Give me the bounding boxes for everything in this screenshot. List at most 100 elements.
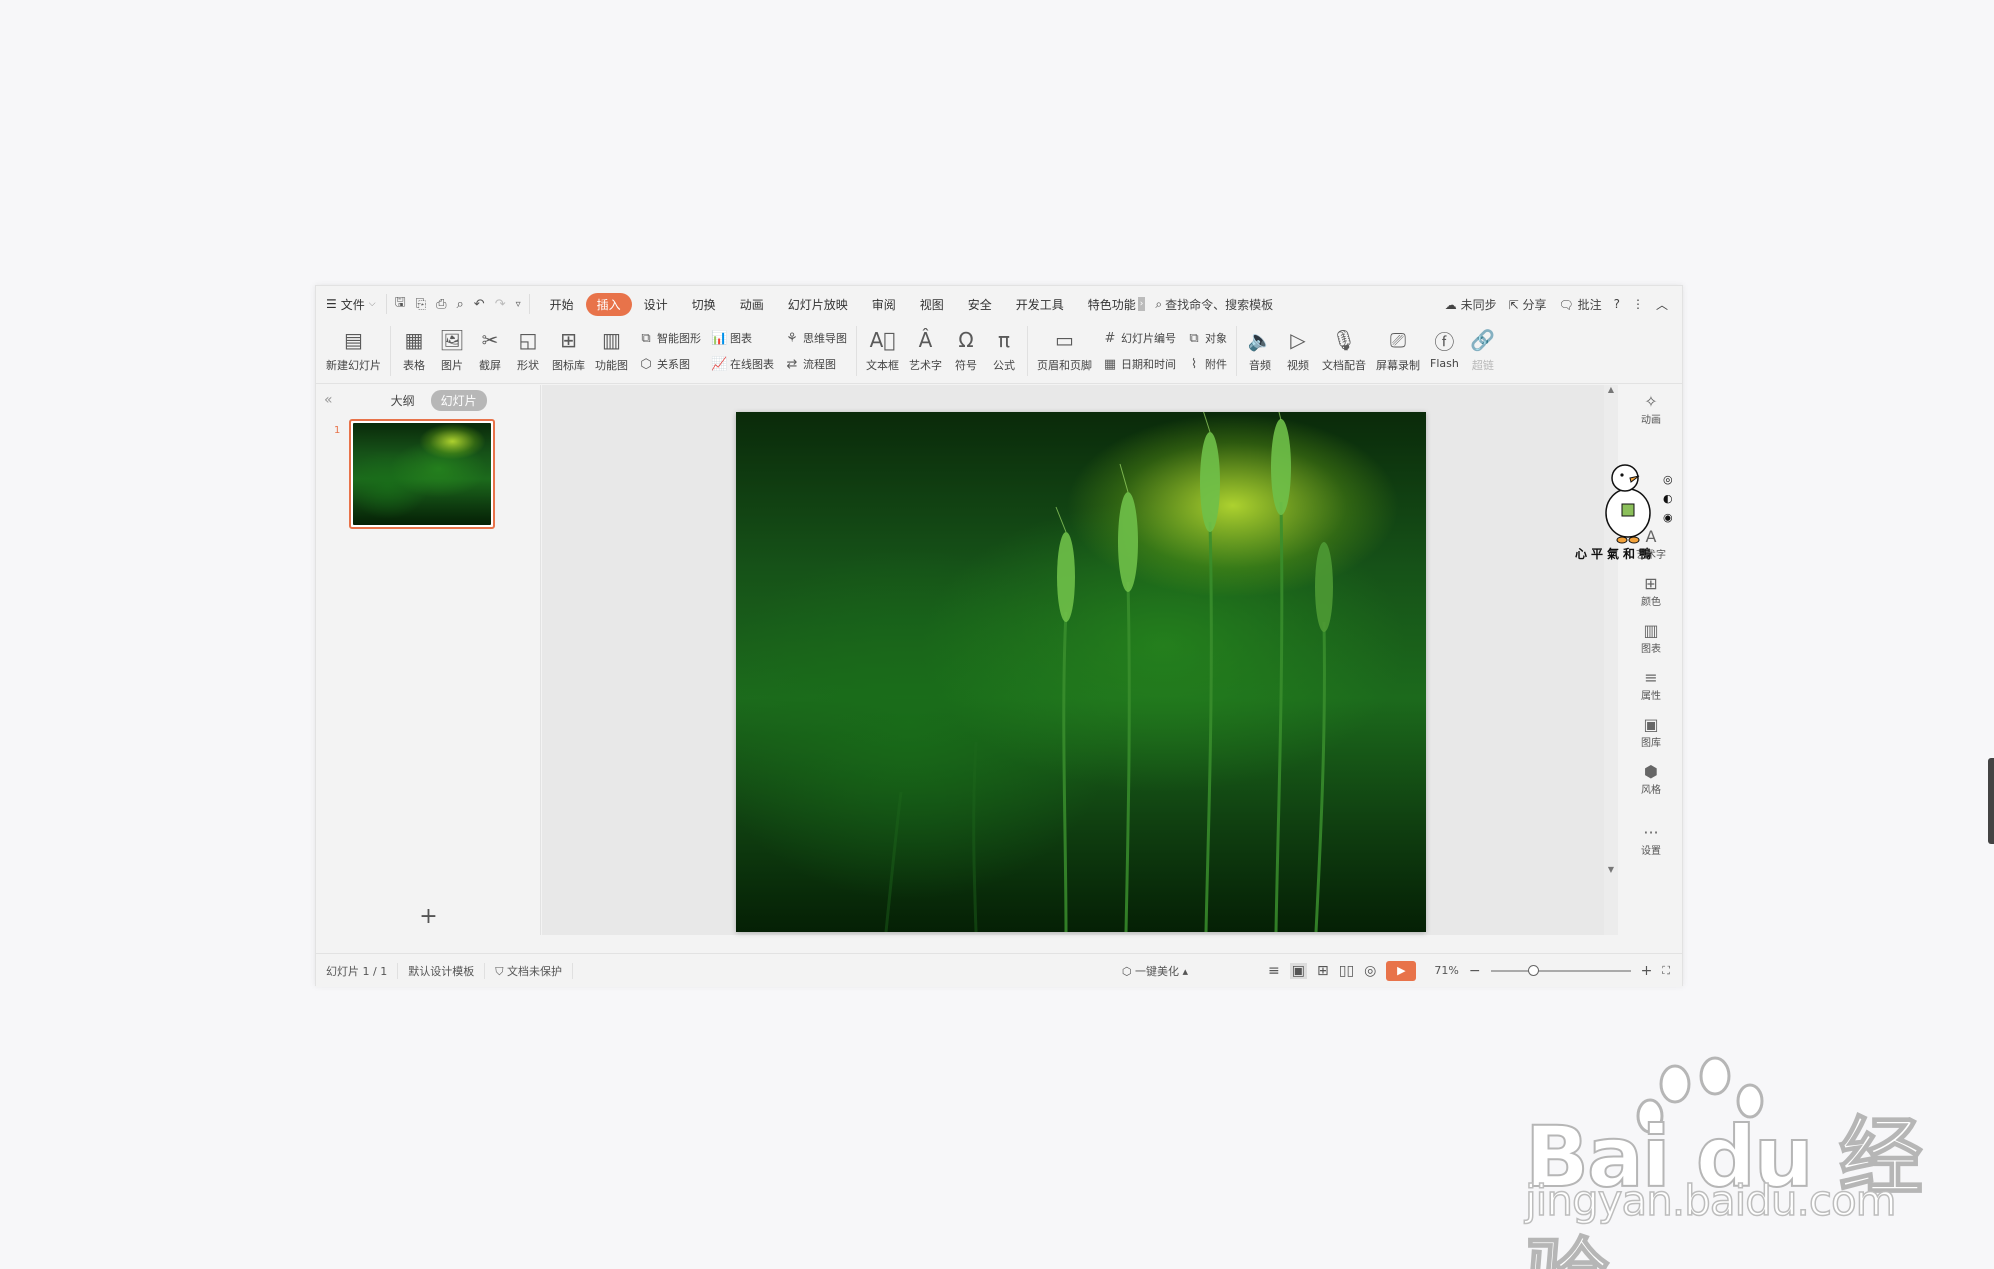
slide-thumbnail[interactable] bbox=[349, 419, 495, 529]
object-button[interactable]: ⧉ 对象 bbox=[1186, 328, 1227, 348]
flow-chart-button[interactable]: ⇄ 流程图 bbox=[784, 354, 847, 374]
command-search[interactable]: ⌕ 查找命令、搜索模板 bbox=[1155, 296, 1273, 313]
comment-button[interactable]: 🗨 批注 bbox=[1559, 296, 1602, 313]
zoom-slider[interactable] bbox=[1490, 964, 1631, 976]
audio-label: 音频 bbox=[1249, 359, 1271, 372]
more-icon[interactable]: ⋮ bbox=[1632, 297, 1644, 311]
shape-button[interactable]: ◱ 形状 bbox=[509, 326, 547, 373]
wordart-button[interactable]: Â 艺术字 bbox=[904, 326, 947, 373]
calendar-icon: ▦ bbox=[1103, 356, 1117, 372]
fit-window-icon[interactable]: ⛶ bbox=[1662, 964, 1670, 978]
textbox-button[interactable]: A⃞ 文本框 bbox=[861, 326, 904, 373]
doc-voice-button[interactable]: 🎙 文档配音 bbox=[1317, 326, 1371, 373]
chart-button[interactable]: 📊 图表 bbox=[711, 328, 774, 348]
hyperlink-button[interactable]: 🔗 超链 bbox=[1464, 326, 1502, 373]
formula-button[interactable]: π 公式 bbox=[985, 326, 1023, 373]
video-button[interactable]: ▷ 视频 bbox=[1279, 326, 1317, 373]
sidebar-item-chart[interactable]: ▥ 图表 bbox=[1641, 622, 1661, 656]
date-time-button[interactable]: ▦ 日期和时间 bbox=[1102, 354, 1176, 374]
tab-scroll-right-icon[interactable]: › bbox=[1137, 297, 1146, 311]
screen-record-button[interactable]: ⎚ 屏幕录制 bbox=[1371, 326, 1425, 373]
wheat-photo[interactable] bbox=[736, 412, 1426, 932]
relation-button[interactable]: ⬡ 关系图 bbox=[638, 354, 701, 374]
picture-button[interactable]: 🖼 图片 bbox=[433, 326, 471, 373]
function-chart-icon: ▥ bbox=[602, 328, 621, 352]
picture-icon: 🖼 bbox=[439, 328, 465, 352]
online-chart-button[interactable]: 📈 在线图表 bbox=[711, 354, 774, 374]
tab-insert[interactable]: 插入 bbox=[585, 292, 632, 316]
presenter-view-icon[interactable]: ◎ bbox=[1364, 963, 1376, 979]
play-slideshow-button[interactable]: ▶ bbox=[1386, 960, 1417, 981]
table-button[interactable]: ▦ 表格 bbox=[395, 326, 433, 373]
scroll-down-icon[interactable]: ▼ bbox=[1604, 865, 1618, 874]
tab-slides[interactable]: 幻灯片 bbox=[430, 389, 487, 411]
tab-animation[interactable]: 动画 bbox=[728, 296, 776, 313]
smartart-button[interactable]: ⧉ 智能图形 bbox=[638, 328, 701, 348]
undo-icon[interactable]: ↶ bbox=[474, 297, 485, 312]
attachment-button[interactable]: ⌇ 附件 bbox=[1186, 354, 1227, 374]
function-chart-button[interactable]: ▥ 功能图 bbox=[590, 326, 633, 373]
flow-chart-icon: ⇄ bbox=[786, 356, 798, 372]
wordart-label: 艺术字 bbox=[909, 359, 942, 372]
sidebar-item-animation[interactable]: ✧ 动画 bbox=[1641, 393, 1661, 427]
tab-security[interactable]: 安全 bbox=[956, 296, 1004, 313]
beautify-button[interactable]: ⬡ 一键美化 ▴ bbox=[1122, 963, 1188, 979]
document-protection[interactable]: ⛉ 文档未保护 bbox=[485, 962, 573, 979]
format-painter-icon[interactable]: ⎘ bbox=[416, 297, 426, 312]
bar-chart-icon: 📊 bbox=[711, 330, 728, 346]
tab-slideshow[interactable]: 幻灯片放映 bbox=[776, 296, 860, 313]
redo-icon[interactable]: ↷ bbox=[495, 297, 506, 312]
collapse-ribbon-icon[interactable]: ︿ bbox=[1656, 296, 1668, 313]
tab-developer[interactable]: 开发工具 bbox=[1004, 296, 1076, 313]
collapse-pane-icon[interactable]: « bbox=[316, 392, 341, 408]
print-icon[interactable]: ⎙ bbox=[436, 297, 446, 312]
help-icon[interactable]: ? bbox=[1614, 297, 1620, 311]
sorter-view-icon[interactable]: ⊞ bbox=[1317, 963, 1329, 979]
zoom-value[interactable]: 71% bbox=[1434, 964, 1458, 977]
header-footer-button[interactable]: ▭ 页眉和页脚 bbox=[1032, 326, 1097, 373]
customize-qat-icon[interactable]: ▿ bbox=[516, 299, 521, 310]
normal-view-icon[interactable]: ▣ bbox=[1289, 962, 1307, 979]
notes-view-icon[interactable]: ≡ bbox=[1268, 963, 1280, 979]
symbol-button[interactable]: Ω 符号 bbox=[947, 326, 985, 373]
tab-features[interactable]: 特色功能 bbox=[1076, 296, 1138, 313]
flash-button[interactable]: ⓕ Flash bbox=[1425, 326, 1464, 371]
icon-library-button[interactable]: ⊞ 图标库 bbox=[547, 326, 590, 373]
sidebar-item-label: 图库 bbox=[1641, 738, 1661, 749]
tab-home[interactable]: 开始 bbox=[538, 296, 586, 313]
add-slide-button[interactable]: + bbox=[316, 904, 541, 929]
share-button[interactable]: ⇱ 分享 bbox=[1509, 296, 1547, 313]
tab-transition[interactable]: 切换 bbox=[680, 296, 728, 313]
new-slide-button[interactable]: ▤ 新建幻灯片 bbox=[316, 326, 386, 373]
zoom-in-icon[interactable]: + bbox=[1641, 963, 1653, 979]
tab-design[interactable]: 设计 bbox=[632, 296, 680, 313]
print-preview-icon[interactable]: ⌕ bbox=[457, 297, 464, 312]
chevron-down-icon: ⌵ bbox=[368, 299, 376, 309]
object-group: ⧉ 对象 ⌇ 附件 bbox=[1181, 326, 1232, 376]
screenshot-button[interactable]: ✂ 截屏 bbox=[471, 326, 509, 373]
sync-button[interactable]: ☁ 未同步 bbox=[1445, 296, 1497, 313]
mind-map-button[interactable]: ⚘ 思维导图 bbox=[784, 328, 847, 348]
zoom-out-icon[interactable]: − bbox=[1469, 963, 1481, 979]
design-template[interactable]: 默认设计模板 bbox=[398, 962, 486, 979]
file-menu[interactable]: ☰ 文件 ⌵ bbox=[316, 294, 387, 314]
reading-view-icon[interactable]: ▯▯ bbox=[1339, 963, 1354, 979]
sidebar-item-style[interactable]: ⬢ 风格 bbox=[1641, 763, 1661, 797]
screen-record-label: 屏幕录制 bbox=[1376, 359, 1420, 372]
sidebar-item-properties[interactable]: ≡ 属性 bbox=[1641, 669, 1661, 703]
tab-view[interactable]: 视图 bbox=[908, 296, 956, 313]
zoom-slider-knob[interactable] bbox=[1527, 964, 1539, 976]
sidebar-item-color[interactable]: ⊞ 颜色 bbox=[1641, 575, 1661, 609]
save-icon[interactable]: 🖫 bbox=[395, 293, 406, 315]
audio-button[interactable]: 🔈 音频 bbox=[1241, 326, 1279, 373]
sidebar-item-gallery[interactable]: ▣ 图库 bbox=[1641, 716, 1661, 750]
sidebar-item-settings[interactable]: ··· 设置 bbox=[1641, 824, 1661, 858]
slide-number-button[interactable]: # 幻灯片编号 bbox=[1102, 328, 1176, 348]
scroll-up-icon[interactable]: ▲ bbox=[1604, 385, 1618, 394]
tab-outline[interactable]: 大纲 bbox=[381, 390, 425, 411]
ribbon-divider bbox=[1236, 326, 1237, 376]
slide-1[interactable] bbox=[736, 412, 1426, 932]
tab-review[interactable]: 审阅 bbox=[860, 296, 908, 313]
search-icon: ⌕ bbox=[1155, 296, 1163, 311]
share-label: 分享 bbox=[1522, 297, 1547, 312]
